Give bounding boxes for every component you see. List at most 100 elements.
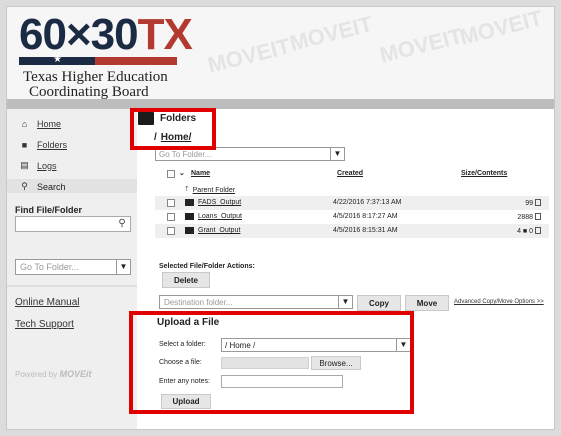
search-icon: ⚲ (21, 181, 28, 191)
size-contents: 4 ■ 0 (517, 227, 541, 235)
destination-folder-select[interactable]: Destination folder... ▼ (159, 295, 353, 309)
created-date: 4/5/2016 8:15:31 AM (333, 227, 398, 234)
row-checkbox[interactable] (167, 199, 175, 207)
moveit-brand: MOVEit (59, 369, 92, 379)
folder-icon (185, 213, 194, 220)
goto-folder-select[interactable]: Go To Folder... ▼ (155, 147, 345, 161)
folder-icon (138, 109, 154, 125)
table-row: Loans_Output 4/5/2016 8:17:27 AM 2888 (155, 210, 549, 224)
notes-label: Enter any notes: (159, 378, 210, 385)
choose-file-label: Choose a file: (159, 359, 202, 366)
file-icon (535, 199, 541, 206)
table-row: Grant_Output 4/5/2016 8:15:31 AM 4 ■ 0 (155, 224, 549, 238)
arrow-up-icon: 🡑 (185, 186, 189, 193)
size-value: 99 (525, 200, 533, 207)
breadcrumb: / Home/ (154, 132, 191, 143)
calendar-icon: ▤ (20, 160, 29, 170)
folder-icon (185, 199, 194, 206)
watermark: MOVEIT (287, 11, 375, 56)
watermark: MOVEIT (377, 23, 465, 68)
logo-red-stripe (95, 57, 177, 65)
search-label: Search (37, 181, 66, 192)
chevron-down-icon[interactable]: ▼ (330, 148, 344, 160)
parent-folder-link[interactable]: Parent Folder (193, 187, 235, 194)
find-file-folder-input[interactable]: ⚲ (15, 216, 131, 232)
file-path-field[interactable] (221, 357, 309, 369)
powered-by-label: Powered by (15, 370, 58, 379)
notes-input[interactable] (221, 375, 343, 388)
find-file-folder-label: Find File/Folder (15, 205, 82, 215)
logo-mark: 60×30TX (19, 10, 193, 59)
home-link[interactable]: Home (37, 119, 61, 129)
goto-placeholder: Go To Folder... (20, 262, 79, 272)
chevron-down-icon[interactable]: ▼ (396, 339, 410, 351)
file-icon (535, 227, 541, 234)
thecb-logo[interactable]: 60×30TX ★ Texas Higher Education Coordin… (19, 10, 193, 100)
select-folder-label: Select a folder: (159, 341, 206, 348)
table-row: FADS_Output 4/22/2016 7:37:13 AM 99 (155, 196, 549, 210)
delete-button[interactable]: Delete (162, 272, 210, 288)
tech-support-link[interactable]: Tech Support (15, 319, 74, 330)
created-date: 4/5/2016 8:17:27 AM (333, 213, 398, 220)
sidebar-item-home[interactable]: ⌂ Home (19, 119, 61, 129)
folders-title: Folders (160, 113, 197, 124)
row-checkbox[interactable] (167, 213, 175, 221)
chevron-down-icon[interactable]: ▼ (116, 260, 130, 274)
move-button[interactable]: Move (405, 295, 449, 311)
site-header: 60×30TX ★ Texas Higher Education Coordin… (7, 6, 554, 100)
online-manual-link[interactable]: Online Manual (15, 297, 79, 308)
column-size[interactable]: Size/Contents (461, 170, 507, 177)
folder-link[interactable]: Grant_Output (198, 227, 240, 234)
browser-page: 60×30TX ★ Texas Higher Education Coordin… (6, 6, 555, 430)
upload-folder-select[interactable]: / Home / ▼ (221, 338, 411, 352)
parent-folder-row: 🡑 Parent Folder (155, 182, 549, 196)
size-contents: 2888 (517, 213, 541, 221)
sidebar-search-label[interactable]: ⚲ Search (19, 181, 66, 192)
sidebar-item-folders[interactable]: ■ Folders (19, 140, 67, 150)
breadcrumb-home-link[interactable]: Home/ (161, 132, 192, 143)
sidebar: ⌂ Home ■ Folders ▤ Logs ⚲ Search Find File/F… (7, 109, 137, 429)
size-value: 4 ■ 0 (517, 228, 533, 235)
home-icon: ⌂ (21, 119, 28, 129)
upload-title: Upload a File (157, 317, 220, 328)
folders-heading: Folders (138, 109, 197, 125)
select-all-checkbox[interactable] (167, 170, 175, 178)
watermark: MOVEIT (205, 33, 293, 78)
powered-by-moveit: Powered by MOVEit (15, 369, 92, 379)
header-divider (7, 99, 554, 109)
file-list-header: ⌄ Name Created Size/Contents (155, 167, 549, 181)
sidebar-divider (7, 285, 137, 287)
watermark: MOVEIT (457, 6, 545, 50)
logs-link[interactable]: Logs (37, 161, 57, 171)
search-icon[interactable]: ⚲ (115, 218, 129, 230)
folders-link[interactable]: Folders (37, 140, 67, 150)
logo-state: TX (137, 10, 193, 59)
row-checkbox[interactable] (167, 227, 175, 235)
logo-number: 60×30 (19, 10, 139, 59)
advanced-copy-move-link[interactable]: Advanced Copy/Move Options >> (454, 299, 544, 305)
goto-placeholder: Go To Folder... (159, 150, 212, 159)
logo-flag-bar: ★ (19, 54, 177, 65)
star-icon: ★ (53, 54, 62, 65)
size-contents: 99 (525, 199, 541, 207)
browse-button[interactable]: Browse... (311, 356, 361, 370)
copy-button[interactable]: Copy (357, 295, 401, 311)
file-icon (535, 213, 541, 220)
folder-link[interactable]: Loans_Output (198, 213, 242, 220)
destination-placeholder: Destination folder... (164, 298, 233, 307)
sidebar-item-logs[interactable]: ▤ Logs (19, 160, 57, 171)
column-name[interactable]: Name (191, 170, 210, 177)
parent-folder-item[interactable]: 🡑 Parent Folder (185, 185, 235, 196)
folder-link[interactable]: FADS_Output (198, 199, 241, 206)
upload-file-panel: Upload a File Select a folder: / Home / … (151, 313, 413, 411)
sidebar-goto-folder-select[interactable]: Go To Folder... ▼ (15, 259, 131, 275)
folder-icon: ■ (21, 140, 28, 150)
upload-button[interactable]: Upload (161, 394, 211, 409)
selected-actions-label: Selected File/Folder Actions: (159, 263, 255, 270)
chevron-down-icon[interactable]: ⌄ (179, 169, 185, 177)
column-created[interactable]: Created (337, 170, 363, 177)
chevron-down-icon[interactable]: ▼ (338, 296, 352, 308)
size-value: 2888 (517, 214, 533, 221)
folder-icon (185, 227, 194, 234)
upload-folder-value: / Home / (225, 341, 256, 350)
